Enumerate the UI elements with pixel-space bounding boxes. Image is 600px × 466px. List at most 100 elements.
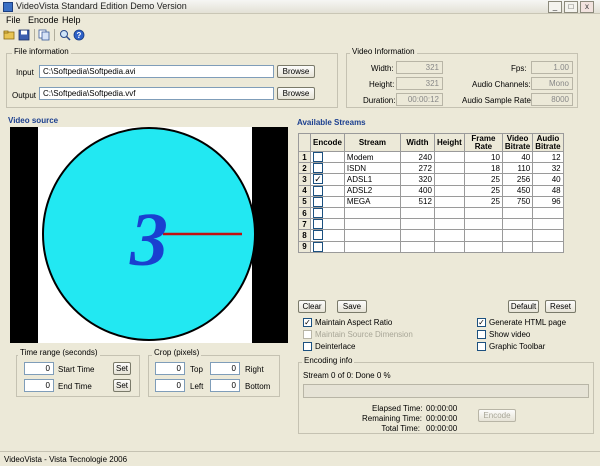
audio-bitrate-cell[interactable] <box>532 218 564 231</box>
encode-cell[interactable] <box>310 162 345 175</box>
frame-rate-cell[interactable]: 18 <box>463 162 503 175</box>
deinterlace-checkbox[interactable]: Deinterlace <box>303 342 355 352</box>
encode-checkbox[interactable] <box>313 185 323 196</box>
browse-output-button[interactable]: Browse <box>277 87 315 100</box>
height-cell[interactable] <box>433 229 465 242</box>
generate-html-checkbox[interactable]: ✓ Generate HTML page <box>477 318 566 328</box>
video-bitrate-cell[interactable]: 40 <box>501 150 534 164</box>
encode-checkbox[interactable] <box>313 241 323 252</box>
stream-name-cell[interactable]: ADSL1 <box>343 173 401 186</box>
encode-checkbox[interactable] <box>313 152 323 163</box>
stream-name-cell[interactable]: MEGA <box>343 195 401 208</box>
height-cell[interactable] <box>433 240 465 253</box>
audio-bitrate-cell[interactable]: 96 <box>532 195 564 208</box>
height-cell[interactable] <box>433 206 465 220</box>
minimize-button[interactable]: _ <box>548 1 562 13</box>
help-icon[interactable]: ? <box>73 29 85 41</box>
column-header-video-bitrate[interactable]: Video Bitrate <box>501 133 534 152</box>
audio-bitrate-cell[interactable] <box>532 240 564 253</box>
end-time-field[interactable]: 0 <box>24 379 54 392</box>
browse-input-button[interactable]: Browse <box>277 65 315 78</box>
find-icon[interactable] <box>59 29 71 41</box>
crop-right-field[interactable]: 0 <box>210 362 240 375</box>
audio-bitrate-cell[interactable]: 48 <box>532 184 564 197</box>
height-cell[interactable] <box>433 184 465 197</box>
width-cell[interactable] <box>399 229 435 242</box>
save-icon[interactable] <box>18 29 30 41</box>
stream-name-cell[interactable] <box>343 206 401 220</box>
encode-button[interactable]: Encode <box>478 409 516 422</box>
clear-button[interactable]: Clear <box>298 300 326 313</box>
audio-bitrate-cell[interactable]: 40 <box>532 173 564 186</box>
table-row[interactable]: 3 ✓ ADSL1 320 25 256 40 <box>298 173 564 186</box>
encode-cell[interactable] <box>310 195 345 208</box>
frame-rate-cell[interactable] <box>463 240 503 253</box>
video-bitrate-cell[interactable]: 110 <box>501 162 534 175</box>
column-header-frame-rate[interactable]: Frame Rate <box>463 133 503 152</box>
height-cell[interactable] <box>433 173 465 186</box>
encode-cell[interactable] <box>310 150 345 164</box>
frame-rate-cell[interactable]: 25 <box>463 173 503 186</box>
video-bitrate-cell[interactable] <box>501 218 534 231</box>
frame-rate-cell[interactable] <box>463 229 503 242</box>
encode-checkbox[interactable] <box>313 208 323 219</box>
encode-cell[interactable]: ✓ <box>310 173 345 186</box>
encode-checkbox[interactable] <box>313 196 323 207</box>
video-bitrate-cell[interactable] <box>501 240 534 253</box>
encode-checkbox[interactable] <box>313 219 323 230</box>
frame-rate-cell[interactable] <box>463 206 503 220</box>
height-cell[interactable] <box>433 162 465 175</box>
crop-left-field[interactable]: 0 <box>155 379 185 392</box>
width-cell[interactable]: 240 <box>399 150 435 164</box>
video-bitrate-cell[interactable]: 450 <box>501 184 534 197</box>
copy-icon[interactable] <box>38 29 50 41</box>
encode-cell[interactable] <box>310 229 345 242</box>
column-header-height[interactable]: Height <box>433 133 465 152</box>
frame-rate-cell[interactable]: 25 <box>463 195 503 208</box>
encode-cell[interactable] <box>310 218 345 231</box>
video-bitrate-cell[interactable]: 750 <box>501 195 534 208</box>
frame-rate-cell[interactable]: 25 <box>463 184 503 197</box>
column-header-encode[interactable]: Encode <box>310 133 345 152</box>
open-icon[interactable] <box>3 29 15 41</box>
video-bitrate-cell[interactable] <box>501 206 534 220</box>
frame-rate-cell[interactable]: 10 <box>463 150 503 164</box>
checkbox-box[interactable]: ✓ <box>477 318 486 328</box>
crop-top-field[interactable]: 0 <box>155 362 185 375</box>
table-row[interactable]: 5 MEGA 512 25 750 96 <box>298 195 564 208</box>
column-header-width[interactable]: Width <box>399 133 435 152</box>
column-header-stream[interactable]: Stream <box>343 133 401 152</box>
encode-cell[interactable] <box>310 240 345 253</box>
set-start-button[interactable]: Set <box>113 362 131 375</box>
height-cell[interactable] <box>433 150 465 164</box>
video-bitrate-cell[interactable]: 256 <box>501 173 534 186</box>
encode-cell[interactable] <box>310 206 345 220</box>
audio-bitrate-cell[interactable] <box>532 206 564 220</box>
width-cell[interactable] <box>399 240 435 253</box>
width-cell[interactable]: 272 <box>399 162 435 175</box>
height-cell[interactable] <box>433 218 465 231</box>
table-row[interactable]: 2 ISDN 272 18 110 32 <box>298 162 564 175</box>
width-cell[interactable] <box>399 218 435 231</box>
graphic-toolbar-checkbox[interactable]: Graphic Toolbar <box>477 342 545 352</box>
reset-button[interactable]: Reset <box>545 300 576 313</box>
audio-bitrate-cell[interactable]: 32 <box>532 162 564 175</box>
frame-rate-cell[interactable] <box>463 218 503 231</box>
default-button[interactable]: Default <box>508 300 539 313</box>
show-video-checkbox[interactable]: Show video <box>477 330 530 340</box>
video-bitrate-cell[interactable] <box>501 229 534 242</box>
save-streams-button[interactable]: Save <box>337 300 367 313</box>
table-row[interactable]: 8 <box>298 229 564 242</box>
height-cell[interactable] <box>433 195 465 208</box>
table-row[interactable]: 4 ADSL2 400 25 450 48 <box>298 184 564 197</box>
stream-name-cell[interactable]: ISDN <box>343 162 401 175</box>
stream-name-cell[interactable]: Modem <box>343 150 401 164</box>
audio-bitrate-cell[interactable]: 12 <box>532 150 564 164</box>
width-cell[interactable]: 512 <box>399 195 435 208</box>
table-row[interactable]: 1 Modem 240 10 40 12 <box>298 150 564 164</box>
maintain-source-dimension-checkbox[interactable]: Maintain Source Dimension <box>303 330 413 340</box>
table-row[interactable]: 9 <box>298 240 564 253</box>
checkbox-box[interactable]: ✓ <box>303 318 312 328</box>
table-row[interactable]: 7 <box>298 218 564 231</box>
start-time-field[interactable]: 0 <box>24 362 54 375</box>
